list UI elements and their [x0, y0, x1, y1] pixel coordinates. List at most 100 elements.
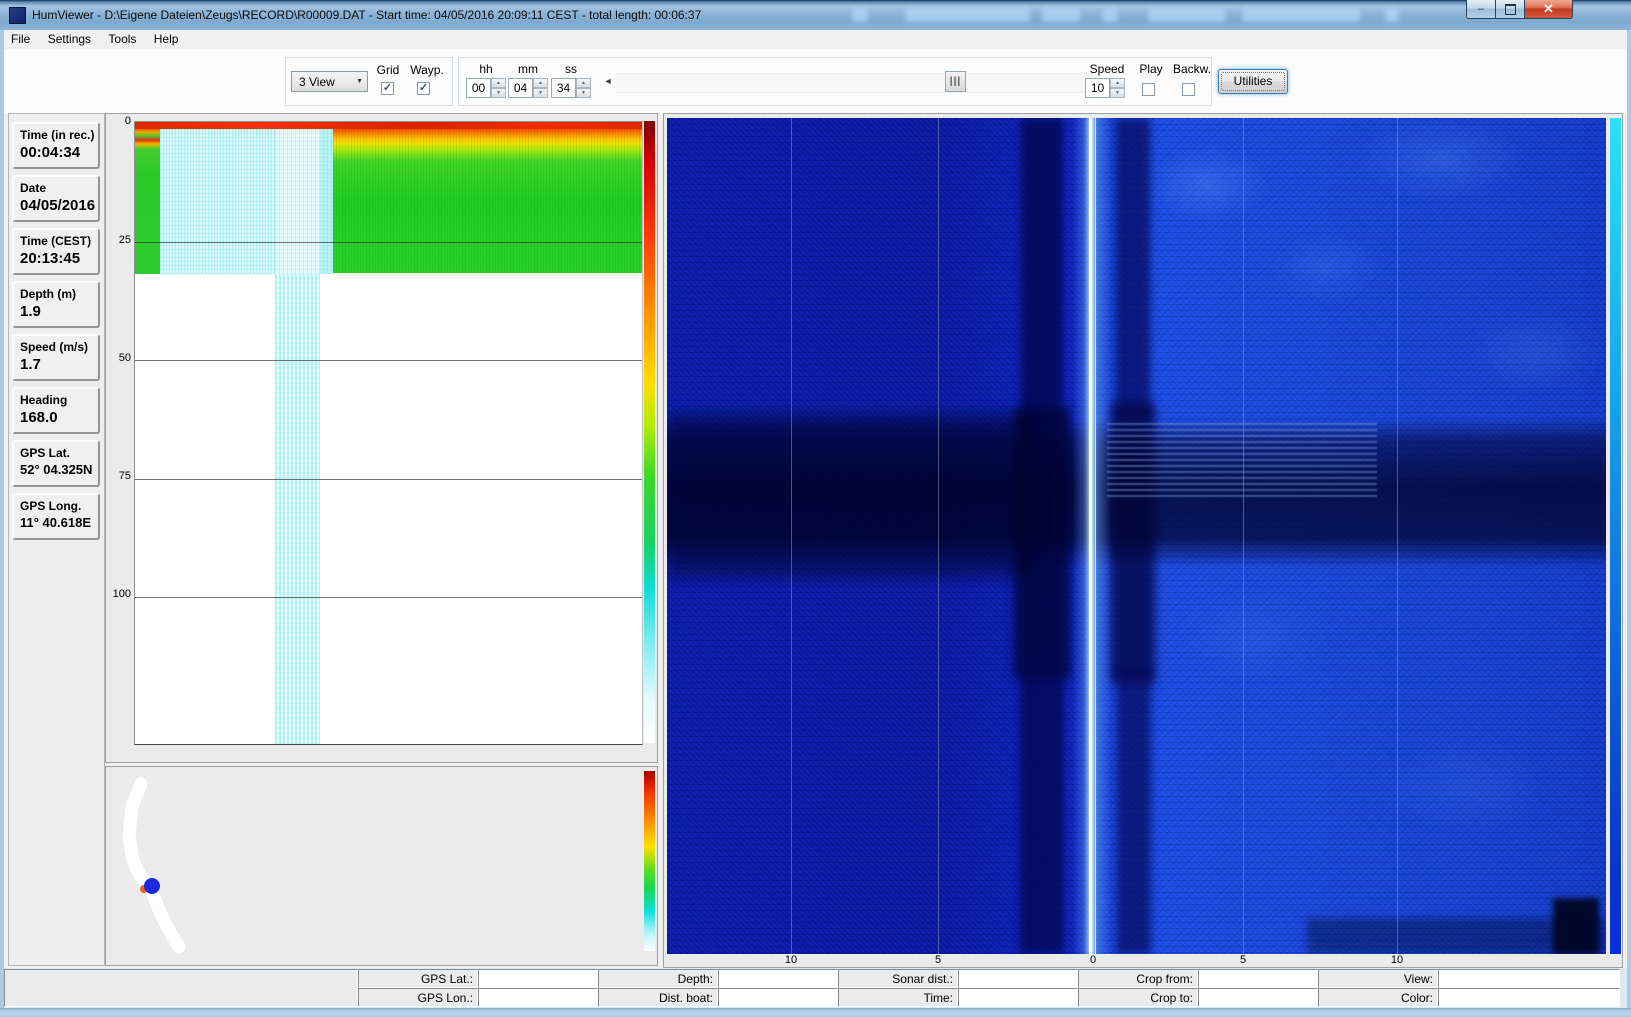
- status-label-dist-boat: Dist. boat:: [598, 988, 718, 1007]
- ss-label: ss: [551, 62, 591, 76]
- boat-position-marker: [144, 878, 160, 894]
- menu-tools[interactable]: Tools: [101, 30, 143, 46]
- dark-bottom-region: [1307, 918, 1606, 954]
- center-zero-line-echo: [1095, 118, 1096, 954]
- wayp-checkbox[interactable]: ✓: [417, 82, 430, 95]
- card-value: 1.7: [20, 356, 98, 373]
- status-value-sonar-dist: [958, 969, 1078, 988]
- hh-value[interactable]: 00: [466, 78, 491, 98]
- speed-stepper[interactable]: 10 ▲▼: [1085, 78, 1125, 98]
- range-tick: 5: [918, 954, 958, 966]
- info-card-speed: Speed (m/s) 1.7: [12, 334, 100, 381]
- echo-water-column: [333, 129, 642, 273]
- arrow-up-icon[interactable]: ▲: [491, 78, 506, 88]
- window-controls: – ✕: [1466, 0, 1573, 20]
- status-value-crop-to: [1198, 988, 1318, 1007]
- status-value-view: [1438, 969, 1620, 988]
- maximize-icon: [1505, 4, 1516, 15]
- close-button[interactable]: ✕: [1524, 0, 1573, 19]
- main-area: Time (in rec.) 00:04:34 Date 04/05/2016 …: [4, 113, 1627, 968]
- card-label: Time (in rec.): [20, 128, 98, 142]
- dark-crossing-band-left: [667, 413, 1037, 578]
- info-card-gps-lat: GPS Lat. 52° 04.325N: [12, 440, 100, 487]
- info-card-time-cest: Time (CEST) 20:13:45: [12, 228, 100, 275]
- echogram-view[interactable]: [134, 121, 643, 745]
- map-panel: [105, 766, 658, 966]
- focus-ring: [1221, 72, 1285, 91]
- backw-checkbox[interactable]: [1182, 83, 1195, 96]
- view-mode-select[interactable]: 3 View ▼: [291, 71, 368, 92]
- status-value-color: [1438, 988, 1620, 1007]
- arrow-up-icon[interactable]: ▲: [533, 78, 548, 88]
- arrow-down-icon[interactable]: ▼: [533, 88, 548, 98]
- menu-settings[interactable]: Settings: [41, 30, 98, 46]
- info-card-heading: Heading 168.0: [12, 387, 100, 434]
- sidescan-panel: 10 5 0 5 10: [663, 113, 1623, 968]
- timeline-slider-track[interactable]: [616, 73, 1094, 93]
- range-tick: 5: [1223, 954, 1263, 966]
- card-label: Speed (m/s): [20, 340, 98, 354]
- hh-stepper[interactable]: 00 ▲▼: [466, 78, 506, 98]
- statusbar: GPS Lat.: Depth: Sonar dist.: Crop from:…: [4, 968, 1627, 1008]
- status-value-time: [958, 988, 1078, 1007]
- bottom-return-right: [1117, 668, 1151, 954]
- ss-stepper[interactable]: 34 ▲▼: [551, 78, 591, 98]
- arrow-up-icon[interactable]: ▲: [576, 78, 591, 88]
- range-gridline: [1243, 118, 1244, 954]
- arrow-down-icon[interactable]: ▼: [491, 88, 506, 98]
- check-icon: ✓: [383, 82, 392, 94]
- status-label-gps-lon: GPS Lon.:: [358, 988, 478, 1007]
- timeline-slider-thumb[interactable]: |||: [945, 71, 966, 92]
- sidescan-colorbar: [1610, 118, 1621, 954]
- titlebar-ghost: [852, 8, 868, 22]
- arrow-down-icon[interactable]: ▼: [576, 88, 591, 98]
- range-tick: 0: [1073, 954, 1113, 966]
- grid-label: Grid: [370, 63, 406, 77]
- card-value: 04/05/2016: [20, 197, 98, 214]
- view-mode-value: 3 View: [299, 75, 335, 89]
- status-value-crop-from: [1198, 969, 1318, 988]
- range-tick: 10: [771, 954, 811, 966]
- sidescan-view[interactable]: [667, 118, 1606, 954]
- depth-tick: 0: [108, 115, 131, 127]
- titlebar-ghost: [1385, 8, 1399, 22]
- arrow-up-icon[interactable]: ▲: [1110, 78, 1125, 88]
- info-card-date: Date 04/05/2016: [12, 175, 100, 222]
- menu-help[interactable]: Help: [147, 30, 186, 46]
- minimize-button[interactable]: –: [1466, 0, 1496, 19]
- ss-value[interactable]: 34: [551, 78, 576, 98]
- grid-checkbox[interactable]: ✓: [381, 82, 394, 95]
- titlebar[interactable]: HumViewer - D:\Eigene Dateien\Zeugs\RECO…: [0, 0, 1631, 30]
- range-gridline: [1397, 118, 1398, 954]
- status-label-sonar-dist: Sonar dist.:: [838, 969, 958, 988]
- window-title: HumViewer - D:\Eigene Dateien\Zeugs\RECO…: [32, 8, 701, 22]
- mm-stepper[interactable]: 04 ▲▼: [508, 78, 548, 98]
- card-label: Depth (m): [20, 287, 98, 301]
- track-map[interactable]: [106, 767, 657, 965]
- gridline-50: [135, 360, 642, 361]
- utilities-button[interactable]: Utilities: [1218, 69, 1288, 94]
- slider-left-arrow-icon[interactable]: ◄: [602, 76, 614, 86]
- minimize-icon: –: [1478, 3, 1484, 15]
- status-value-depth: [718, 969, 838, 988]
- play-checkbox[interactable]: [1142, 83, 1155, 96]
- card-label: Date: [20, 181, 98, 195]
- status-message-cell: [4, 969, 358, 1007]
- status-label-gps-lat: GPS Lat.:: [358, 969, 478, 988]
- map-colorbar: [644, 771, 655, 951]
- boat-track: [129, 784, 179, 947]
- arrow-down-icon[interactable]: ▼: [1110, 88, 1125, 98]
- menu-file[interactable]: File: [4, 30, 37, 46]
- depth-tick: 100: [108, 588, 131, 600]
- card-label: Heading: [20, 393, 98, 407]
- sidebar: Time (in rec.) 00:04:34 Date 04/05/2016 …: [8, 113, 105, 966]
- speed-label: Speed: [1085, 62, 1129, 76]
- bottom-return-left: [1020, 663, 1064, 954]
- maximize-button[interactable]: [1496, 0, 1524, 19]
- info-card-gps-long: GPS Long. 11° 40.618E: [12, 493, 100, 540]
- window-bottom-border: [0, 1008, 1631, 1017]
- status-label-crop-to: Crop to:: [1078, 988, 1198, 1007]
- mm-value[interactable]: 04: [508, 78, 533, 98]
- card-value: 11° 40.618E: [20, 515, 98, 530]
- speed-value[interactable]: 10: [1085, 78, 1110, 98]
